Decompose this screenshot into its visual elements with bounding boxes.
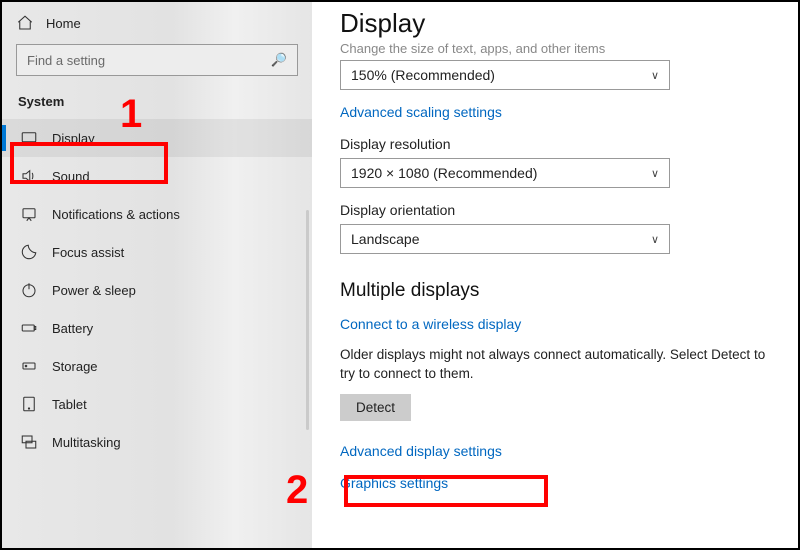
sidebar-item-tablet[interactable]: Tablet xyxy=(2,385,312,423)
orientation-value: Landscape xyxy=(351,231,420,247)
multitasking-icon xyxy=(20,433,38,451)
sidebar-item-multitasking[interactable]: Multitasking xyxy=(2,423,312,461)
detect-button[interactable]: Detect xyxy=(340,394,411,421)
graphics-settings-link[interactable]: Graphics settings xyxy=(340,475,448,491)
connect-wireless-link[interactable]: Connect to a wireless display xyxy=(340,316,521,332)
resolution-dropdown[interactable]: 1920 × 1080 (Recommended) ∨ xyxy=(340,158,670,188)
chevron-down-icon: ∨ xyxy=(651,233,659,246)
orientation-dropdown[interactable]: Landscape ∨ xyxy=(340,224,670,254)
multiple-displays-heading: Multiple displays xyxy=(340,280,770,302)
search-input[interactable]: Find a setting 🔍 xyxy=(16,44,298,76)
scale-dropdown[interactable]: 150% (Recommended) ∨ xyxy=(340,60,670,90)
search-icon: 🔍 xyxy=(271,52,287,68)
power-icon xyxy=(20,281,38,299)
focus-assist-icon xyxy=(20,243,38,261)
scrollbar[interactable] xyxy=(306,210,309,430)
scale-label-truncated: Change the size of text, apps, and other… xyxy=(340,41,770,56)
advanced-scaling-link[interactable]: Advanced scaling settings xyxy=(340,104,502,120)
page-title: Display xyxy=(340,8,770,39)
battery-icon xyxy=(20,319,38,337)
sidebar-item-display[interactable]: Display xyxy=(2,119,312,157)
scale-value: 150% (Recommended) xyxy=(351,67,495,83)
older-displays-text: Older displays might not always connect … xyxy=(340,346,770,384)
sidebar-item-label: Battery xyxy=(52,321,93,336)
sidebar-item-sound[interactable]: Sound xyxy=(2,157,312,195)
sidebar-item-notifications[interactable]: Notifications & actions xyxy=(2,195,312,233)
group-system-label: System xyxy=(2,88,312,119)
sidebar-item-label: Tablet xyxy=(52,397,87,412)
sidebar-item-label: Notifications & actions xyxy=(52,207,180,222)
chevron-down-icon: ∨ xyxy=(651,69,659,82)
sidebar-item-label: Focus assist xyxy=(52,245,124,260)
sidebar-item-label: Multitasking xyxy=(52,435,121,450)
home-icon xyxy=(16,14,34,32)
display-icon xyxy=(20,129,38,147)
sidebar-item-battery[interactable]: Battery xyxy=(2,309,312,347)
search-placeholder: Find a setting xyxy=(27,53,105,68)
orientation-label: Display orientation xyxy=(340,202,770,218)
main-content: Display Change the size of text, apps, a… xyxy=(312,2,798,548)
home-nav[interactable]: Home xyxy=(2,8,312,40)
notifications-icon xyxy=(20,205,38,223)
sidebar-item-power-sleep[interactable]: Power & sleep xyxy=(2,271,312,309)
settings-sidebar: Home Find a setting 🔍 System Display Sou… xyxy=(2,2,312,548)
resolution-label: Display resolution xyxy=(340,136,770,152)
sidebar-item-label: Display xyxy=(52,131,95,146)
advanced-display-settings-link[interactable]: Advanced display settings xyxy=(340,443,502,459)
tablet-icon xyxy=(20,395,38,413)
chevron-down-icon: ∨ xyxy=(651,167,659,180)
sound-icon xyxy=(20,167,38,185)
sidebar-item-label: Power & sleep xyxy=(52,283,136,298)
home-label: Home xyxy=(46,16,81,31)
sidebar-item-focus-assist[interactable]: Focus assist xyxy=(2,233,312,271)
resolution-value: 1920 × 1080 (Recommended) xyxy=(351,165,537,181)
sidebar-item-label: Sound xyxy=(52,169,90,184)
sidebar-item-label: Storage xyxy=(52,359,98,374)
sidebar-item-storage[interactable]: Storage xyxy=(2,347,312,385)
storage-icon xyxy=(20,357,38,375)
